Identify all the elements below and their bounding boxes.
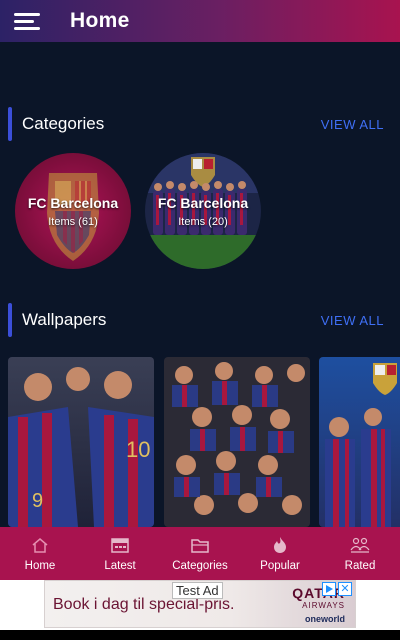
wallpapers-section-header: Wallpapers VIEW ALL bbox=[0, 303, 400, 337]
calendar-icon bbox=[110, 536, 130, 554]
nav-label-popular: Popular bbox=[260, 559, 300, 572]
wallpapers-title: Wallpapers bbox=[22, 310, 107, 329]
nav-label-rated: Rated bbox=[344, 559, 376, 572]
wallpaper-image bbox=[319, 357, 400, 527]
categories-title: Categories bbox=[22, 114, 105, 133]
hamburger-menu-icon[interactable] bbox=[14, 11, 40, 31]
ad-brand-sub: AIRWAYS bbox=[302, 601, 345, 610]
ad-info-icon[interactable] bbox=[322, 582, 336, 596]
nav-item-categories[interactable]: Categories bbox=[160, 527, 240, 580]
system-nav-strip bbox=[0, 630, 400, 640]
wallpaper-image bbox=[164, 357, 310, 527]
nav-label-latest: Latest bbox=[104, 559, 136, 572]
wallpaper-image: 10 9 bbox=[8, 357, 154, 527]
wallpaper-thumbnail-3[interactable] bbox=[319, 357, 400, 527]
wallpapers-view-all-button[interactable]: VIEW ALL bbox=[321, 313, 384, 328]
nav-item-latest[interactable]: Latest bbox=[80, 527, 160, 580]
categories-view-all-button[interactable]: VIEW ALL bbox=[321, 117, 384, 132]
nav-item-home[interactable]: Home bbox=[0, 527, 80, 580]
nav-item-popular[interactable]: Popular bbox=[240, 527, 320, 580]
test-ad-label: Test Ad bbox=[172, 582, 223, 599]
svg-text:9: 9 bbox=[32, 490, 43, 512]
category-name: FC Barcelona bbox=[157, 194, 249, 211]
page-title: Home bbox=[70, 9, 130, 32]
category-count: Items (61) bbox=[48, 215, 98, 228]
flame-icon bbox=[270, 536, 290, 554]
categories-section-header: Categories VIEW ALL bbox=[0, 107, 400, 141]
folder-icon bbox=[190, 536, 210, 554]
wallpaper-thumbnail-1[interactable]: 10 9 bbox=[8, 357, 154, 527]
category-card-1[interactable]: FC Barcelona Items (61) bbox=[15, 153, 131, 269]
ad-close-icon[interactable]: ✕ bbox=[338, 582, 352, 596]
ad-alliance: oneworld bbox=[305, 614, 345, 624]
people-icon bbox=[350, 536, 370, 554]
bottom-navigation: Home Latest Categories Popular Rated bbox=[0, 527, 400, 580]
nav-item-rated[interactable]: Rated bbox=[320, 527, 400, 580]
section-accent-bar bbox=[8, 303, 12, 337]
nav-label-home: Home bbox=[24, 559, 56, 572]
app-bar: Home bbox=[0, 0, 400, 42]
category-name: FC Barcelona bbox=[27, 194, 119, 211]
section-accent-bar bbox=[8, 107, 12, 141]
wallpaper-thumbnail-2[interactable] bbox=[164, 357, 310, 527]
category-count: Items (20) bbox=[178, 215, 228, 228]
svg-text:10: 10 bbox=[126, 437, 150, 462]
home-icon bbox=[30, 536, 50, 554]
category-card-2[interactable]: FC Barcelona Items (20) bbox=[145, 153, 261, 269]
nav-label-categories: Categories bbox=[172, 559, 228, 572]
